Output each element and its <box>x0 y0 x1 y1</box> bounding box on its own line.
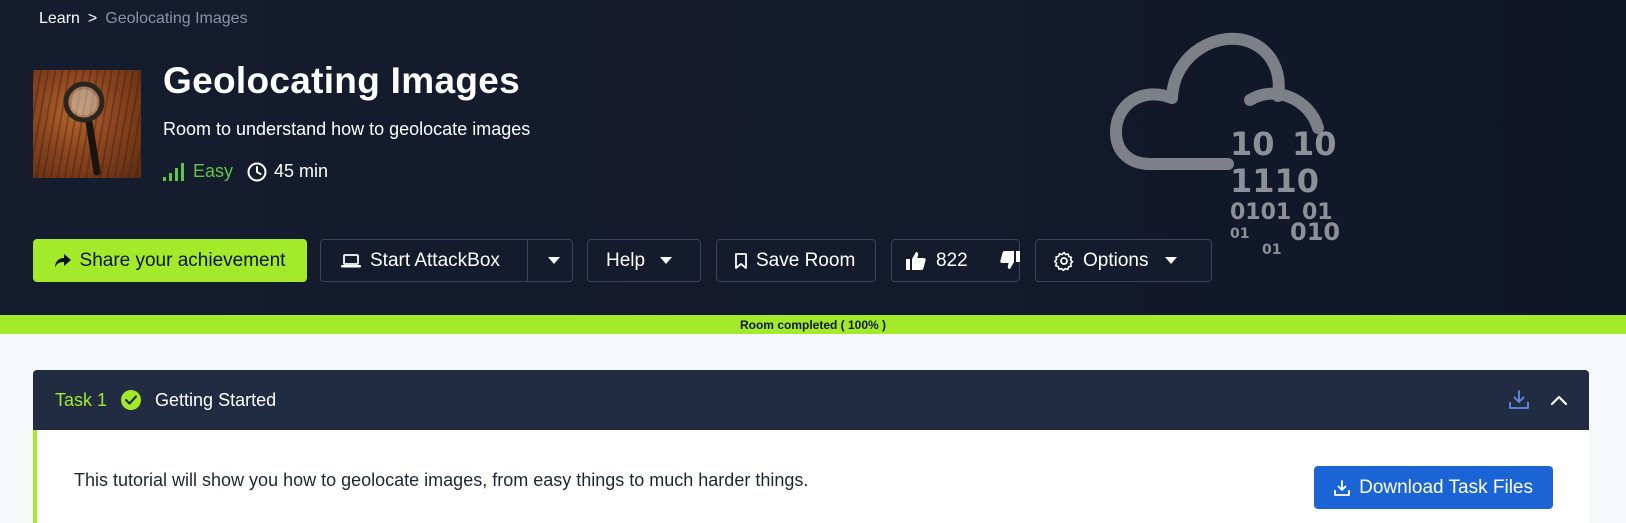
binary-text: 010 <box>1290 218 1341 246</box>
caret-down-icon <box>660 256 673 264</box>
start-attackbox-label: Start AttackBox <box>370 249 500 271</box>
difficulty-badge: Easy <box>163 161 233 182</box>
duration: 45 min <box>247 161 328 182</box>
breadcrumb: Learn > Geolocating Images <box>39 10 248 28</box>
check-circle-icon <box>121 390 142 410</box>
clock-icon <box>247 162 267 181</box>
binary-text: 0101 <box>1230 200 1292 225</box>
page-title: Geolocating Images <box>163 60 520 101</box>
progress-label: Room completed ( 100% ) <box>739 317 887 332</box>
binary-text: 10 <box>1292 125 1337 163</box>
help-label: Help <box>606 249 646 271</box>
room-progress-bar: Room completed ( 100% ) <box>0 315 1626 334</box>
task-header[interactable]: Task 1 Getting Started <box>33 370 1589 430</box>
like-count: 822 <box>936 249 968 271</box>
room-subtitle: Room to understand how to geolocate imag… <box>163 119 531 139</box>
breadcrumb-separator: > <box>87 10 98 27</box>
share-arrow-icon <box>54 253 71 268</box>
binary-text: 10 <box>1230 125 1275 163</box>
binary-text: 01 <box>1262 242 1282 258</box>
download-icon <box>1334 479 1350 496</box>
dislike-button[interactable] <box>999 240 1020 281</box>
download-icon[interactable] <box>1509 390 1529 410</box>
room-hero: Learn > Geolocating Images Geolocating I… <box>0 0 1626 315</box>
binary-text: 1110 <box>1230 162 1320 200</box>
download-task-files-label: Download Task Files <box>1359 476 1533 498</box>
task-body: This tutorial will show you how to geolo… <box>33 430 1589 523</box>
room-thumbnail <box>33 70 141 178</box>
task-actions <box>1509 390 1567 410</box>
bookmark-icon <box>735 252 747 269</box>
download-task-files-button[interactable]: Download Task Files <box>1314 466 1553 509</box>
binary-text: 01 <box>1230 226 1250 242</box>
cloud-binary-illustration: 10 10 1110 0101 01 01 010 01 <box>1110 30 1340 260</box>
caret-down-icon <box>548 256 561 264</box>
task-description: This tutorial will show you how to geolo… <box>74 470 809 490</box>
share-achievement-button[interactable]: Share your achievement <box>33 239 307 282</box>
start-attackbox-button[interactable]: Start AttackBox <box>321 240 518 281</box>
task-number: Task 1 <box>55 389 108 410</box>
gear-icon <box>1054 251 1074 271</box>
save-room-label: Save Room <box>756 249 856 271</box>
attackbox-button-group: Start AttackBox <box>320 239 573 282</box>
breadcrumb-current: Geolocating Images <box>105 10 248 27</box>
vote-button-group: 822 <box>891 239 1020 282</box>
share-achievement-label: Share your achievement <box>79 249 286 271</box>
like-button[interactable]: 822 <box>892 240 982 281</box>
chevron-up-icon[interactable] <box>1551 395 1567 405</box>
help-dropdown-button[interactable]: Help <box>587 239 701 282</box>
thumbs-down-icon <box>999 251 1020 269</box>
attackbox-dropdown-toggle[interactable] <box>537 240 572 281</box>
magnifying-glass-icon <box>63 81 105 176</box>
task-title: Getting Started <box>155 389 277 410</box>
room-meta: Easy 45 min <box>163 161 328 182</box>
save-room-button[interactable]: Save Room <box>716 239 876 282</box>
difficulty-label: Easy <box>193 161 234 181</box>
signal-bars-icon <box>163 162 184 181</box>
duration-label: 45 min <box>274 161 329 181</box>
thumbs-up-icon <box>906 252 926 270</box>
laptop-icon <box>341 253 361 267</box>
breadcrumb-learn-link[interactable]: Learn <box>39 10 80 28</box>
